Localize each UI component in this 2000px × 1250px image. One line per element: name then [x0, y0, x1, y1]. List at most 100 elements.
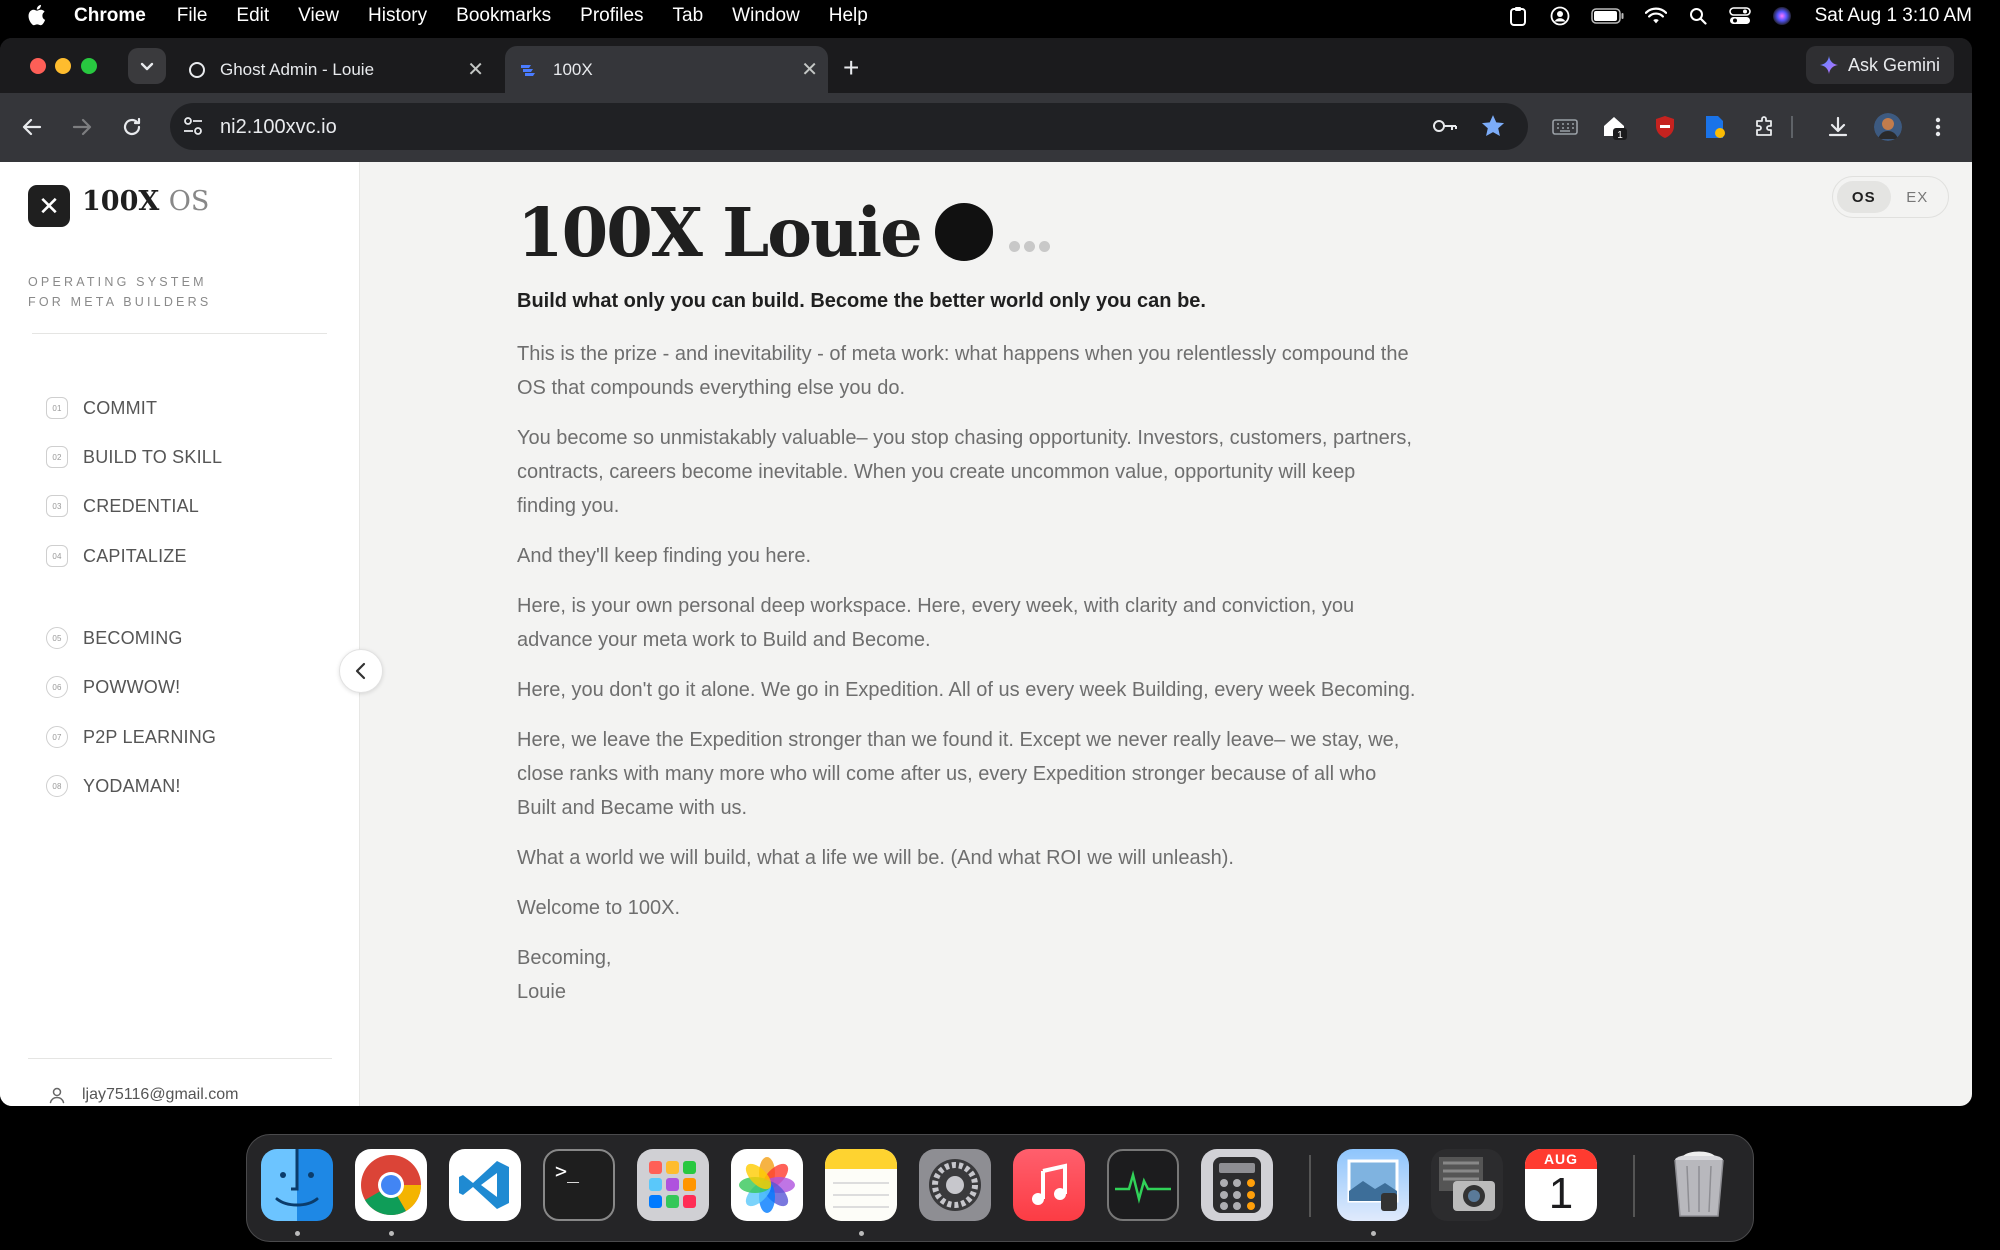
dock-preview-icon[interactable]: [1337, 1149, 1409, 1221]
user-icon: [49, 1087, 65, 1104]
menu-app-chrome[interactable]: Chrome: [74, 5, 146, 27]
password-key-icon[interactable]: [1432, 115, 1458, 137]
mode-ex-button[interactable]: EX: [1891, 181, 1945, 213]
paragraph: This is the prize - and inevitability - …: [517, 343, 1409, 399]
menu-history[interactable]: History: [368, 5, 427, 27]
menu-view[interactable]: View: [298, 5, 339, 27]
chrome-menu-icon[interactable]: [1924, 113, 1952, 141]
tab-100x[interactable]: 100X ✕: [505, 46, 828, 93]
close-window-button[interactable]: [30, 58, 46, 74]
user-account[interactable]: ljay75116@gmail.com: [48, 1086, 238, 1104]
menu-bookmarks[interactable]: Bookmarks: [456, 5, 551, 27]
user-account-status-icon[interactable]: [1549, 6, 1571, 26]
nav-item-capitalize[interactable]: 04 CAPITALIZE: [46, 545, 187, 567]
dock-calendar-icon[interactable]: AUG 1: [1525, 1149, 1597, 1221]
dock-separator: [1633, 1155, 1635, 1217]
close-icon: ✕: [38, 190, 60, 221]
nav-item-p2p-learning[interactable]: 07 P2P LEARNING: [46, 726, 216, 748]
nav-item-yodaman[interactable]: 08 YODAMAN!: [46, 775, 181, 797]
nav-item-build-to-skill[interactable]: 02 BUILD TO SKILL: [46, 446, 222, 468]
profile-avatar[interactable]: [1874, 113, 1902, 141]
ask-gemini-button[interactable]: Ask Gemini: [1805, 46, 1954, 84]
more-options-icon[interactable]: [1008, 240, 1054, 252]
extensions-puzzle-icon[interactable]: [1751, 113, 1779, 141]
close-tab-icon[interactable]: ✕: [801, 57, 818, 82]
menubar-clock[interactable]: Sat Aug 1 3:10 AM: [1815, 5, 1972, 27]
site-settings-icon[interactable]: [182, 115, 204, 137]
nav-number-badge: 07: [46, 726, 68, 748]
nav-item-powwow[interactable]: 06 POWWOW!: [46, 676, 180, 698]
web-page: ✕ 100X OS OPERATING SYSTEM FOR META BUIL…: [0, 162, 1972, 1106]
zoom-window-button[interactable]: [81, 58, 97, 74]
lead-text: Build what only you can build. Become th…: [517, 290, 1206, 312]
dock-system-settings-icon[interactable]: [919, 1149, 991, 1221]
spotlight-search-icon[interactable]: [1687, 6, 1709, 26]
dock-image-capture-icon[interactable]: [1431, 1149, 1503, 1221]
forward-arrow-icon[interactable]: [70, 115, 94, 139]
shield-extension-icon[interactable]: [1651, 113, 1679, 141]
nav-item-becoming[interactable]: 05 BECOMING: [46, 627, 183, 649]
dock-calculator-icon[interactable]: [1201, 1149, 1273, 1221]
tab-ghost-admin[interactable]: Ghost Admin - Louie ✕: [184, 46, 494, 93]
nav-item-credential[interactable]: 03 CREDENTIAL: [46, 495, 199, 517]
control-center-icon[interactable]: [1728, 6, 1751, 26]
apple-menu-icon[interactable]: [26, 3, 46, 27]
home-extension-icon[interactable]: 1: [1601, 113, 1629, 141]
calendar-month: AUG: [1525, 1149, 1597, 1169]
dock-activity-monitor-icon[interactable]: [1107, 1149, 1179, 1221]
dock-notes-icon[interactable]: [825, 1149, 897, 1221]
nav-item-commit[interactable]: 01 COMMIT: [46, 397, 157, 419]
bookmark-star-icon[interactable]: [1480, 113, 1506, 139]
running-indicator: [859, 1231, 864, 1236]
dock-vscode-icon[interactable]: [449, 1149, 521, 1221]
close-sidebar-button[interactable]: ✕: [28, 185, 70, 227]
menu-window[interactable]: Window: [732, 5, 800, 27]
nav-label: CREDENTIAL: [83, 495, 200, 516]
menu-file[interactable]: File: [177, 5, 208, 27]
dock-photos-icon[interactable]: [731, 1149, 803, 1221]
battery-icon[interactable]: [1590, 6, 1625, 26]
menu-edit[interactable]: Edit: [236, 5, 269, 27]
chrome-window: Ghost Admin - Louie ✕ 100X ✕ + Ask Gemin…: [0, 38, 1972, 1106]
new-tab-button[interactable]: +: [843, 52, 859, 84]
dock-music-icon[interactable]: [1013, 1149, 1085, 1221]
brand-logo[interactable]: 100X OS: [82, 186, 209, 217]
ghost-favicon-icon: [189, 61, 205, 78]
nav-label: YODAMAN!: [83, 775, 181, 796]
signoff-line-1: Becoming,: [517, 947, 612, 969]
nav-number-badge: 02: [46, 446, 68, 468]
dock-finder-icon[interactable]: [261, 1149, 333, 1221]
reload-icon[interactable]: [120, 115, 144, 139]
dock-separator: [1309, 1155, 1311, 1217]
wifi-icon[interactable]: [1644, 6, 1667, 26]
sidebar: ✕ 100X OS OPERATING SYSTEM FOR META BUIL…: [0, 162, 360, 1106]
address-bar[interactable]: ni2.100xvc.io: [170, 103, 1528, 150]
dock-terminal-icon[interactable]: >_: [543, 1149, 615, 1221]
tagline-line-2: FOR META BUILDERS: [28, 295, 212, 309]
paragraph: And they'll keep finding you here.: [517, 545, 812, 567]
document-extension-icon[interactable]: [1701, 113, 1729, 141]
keyboard-extension-icon[interactable]: [1551, 113, 1579, 141]
dock-trash-icon[interactable]: [1663, 1149, 1735, 1221]
macos-dock: >_ AUG 1: [246, 1134, 1754, 1242]
back-arrow-icon[interactable]: [20, 115, 44, 139]
minimize-window-button[interactable]: [55, 58, 71, 74]
dock-chrome-icon[interactable]: [355, 1149, 427, 1221]
mode-os-button[interactable]: OS: [1837, 181, 1891, 213]
toolbar-divider: [1791, 116, 1793, 138]
download-icon[interactable]: [1824, 113, 1852, 141]
menu-help[interactable]: Help: [829, 5, 868, 27]
paragraph: Here, is your own personal deep workspac…: [517, 595, 1355, 651]
tab-search-button[interactable]: [128, 48, 166, 84]
menu-profiles[interactable]: Profiles: [580, 5, 643, 27]
tab-title: 100X: [553, 59, 593, 79]
menu-tab[interactable]: Tab: [673, 5, 704, 27]
dock-launchpad-icon[interactable]: [637, 1149, 709, 1221]
siri-icon[interactable]: [1771, 6, 1793, 26]
brand-name: 100X: [82, 186, 160, 217]
clipboard-status-icon[interactable]: [1507, 6, 1529, 26]
collapse-sidebar-button[interactable]: [339, 649, 383, 693]
close-tab-icon[interactable]: ✕: [467, 57, 484, 82]
nav-number-badge: 04: [46, 545, 68, 567]
url-text[interactable]: ni2.100xvc.io: [220, 116, 337, 139]
